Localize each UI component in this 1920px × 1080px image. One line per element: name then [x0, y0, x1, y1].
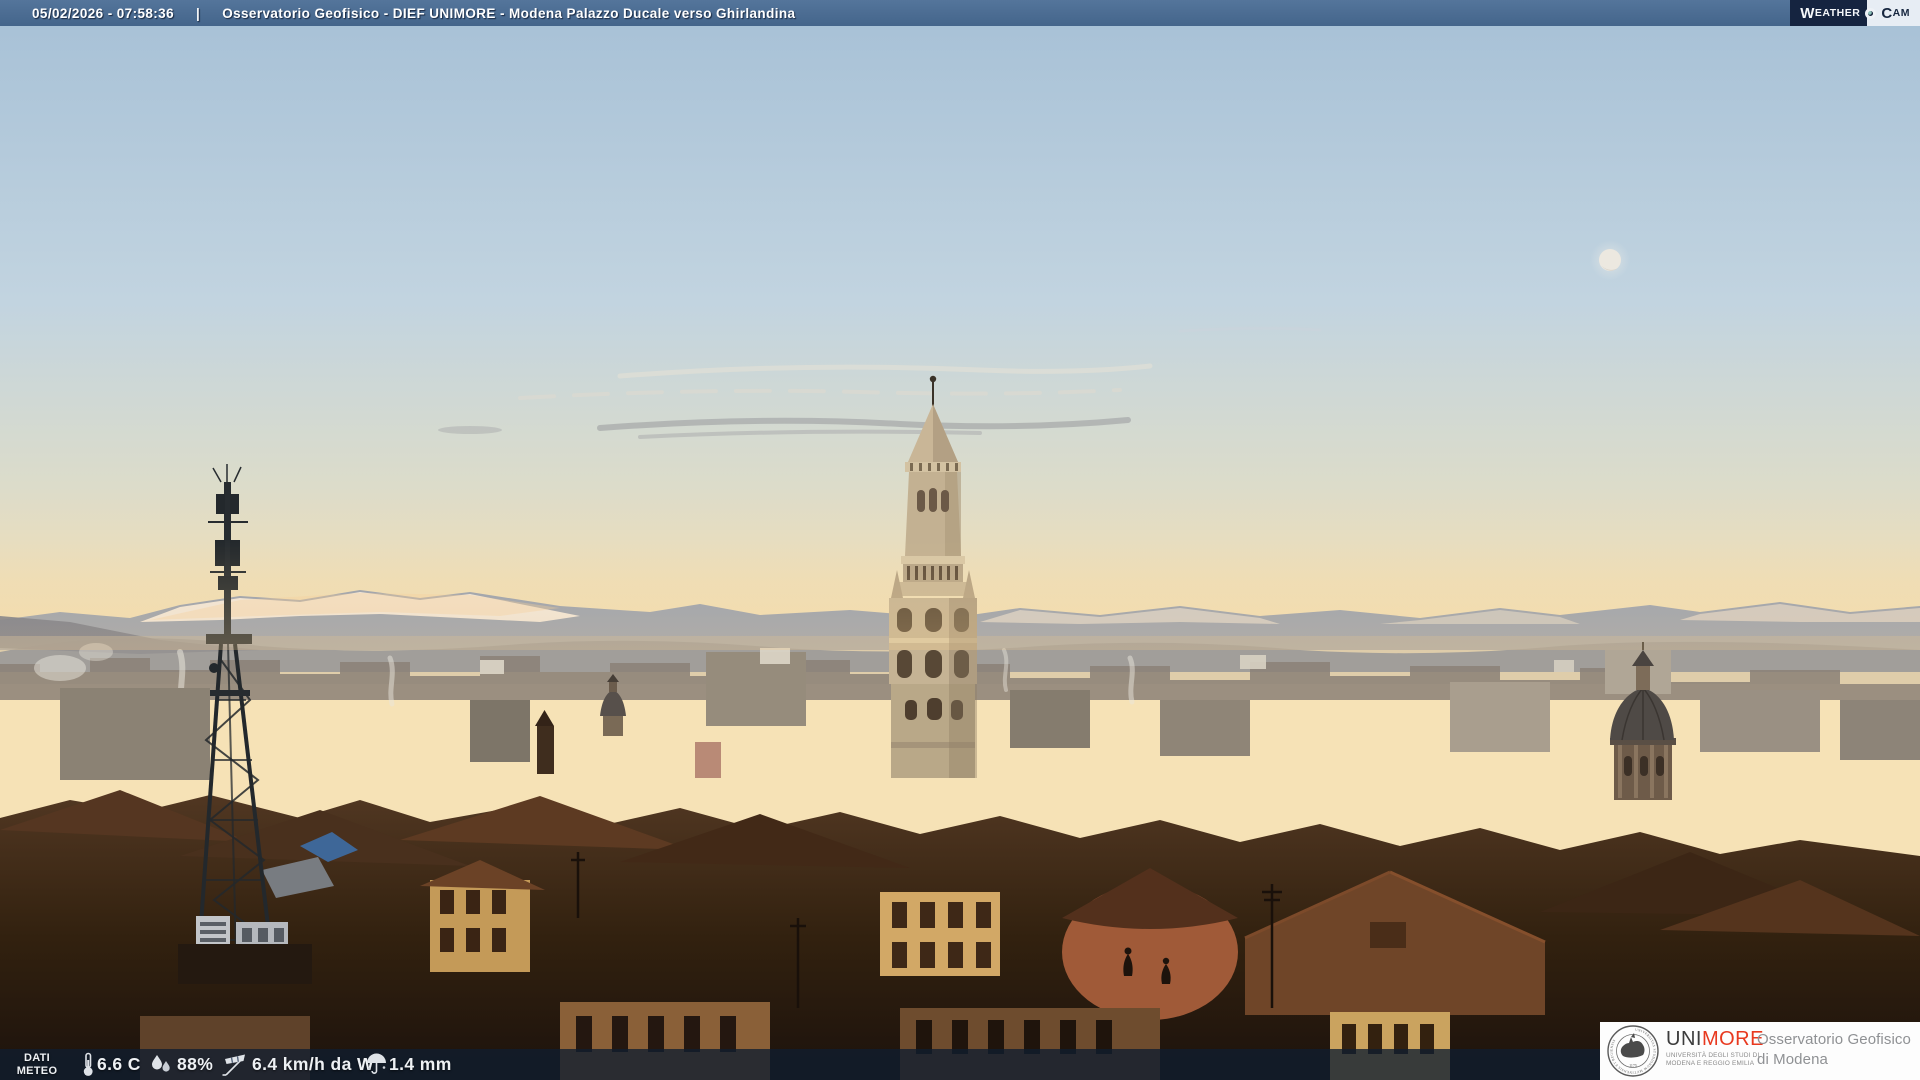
dawn-glow — [0, 540, 1920, 650]
rain-value: 1.4 mm — [389, 1054, 452, 1074]
camera-title: Osservatorio Geofisico - DIEF UNIMORE - … — [222, 5, 796, 21]
humidity-value: 88% — [177, 1054, 214, 1074]
camera-lens-icon — [1865, 7, 1877, 19]
unimore-logo[interactable]: UNIMORE UNIVERSITÀ DEGLI STUDI DI MODENA… — [1666, 1028, 1764, 1067]
rain-umbrella-icon — [367, 1053, 386, 1074]
top-status-bar: 05/02/2026 - 07:58:36 | Osservatorio Geo… — [0, 0, 1920, 26]
thermometer-icon — [83, 1052, 93, 1076]
weathercam-logo[interactable]: W EATHER C AM — [1790, 0, 1920, 26]
unimore-wordmark: UNIMORE — [1666, 1028, 1764, 1050]
humidity-icon — [152, 1055, 170, 1072]
weathercam-wordmark-weather: W EATHER — [1790, 0, 1875, 26]
dati-meteo-label: DATI METEO — [16, 1052, 58, 1077]
wind-value: 6.4 km/h da W — [252, 1054, 374, 1074]
moon — [1590, 240, 1630, 280]
datetime-text: 05/02/2026 - 07:58:36 — [32, 5, 175, 21]
svg-text:1175: 1175 — [1629, 1063, 1637, 1068]
university-name: UNIVERSITÀ DEGLI STUDI DI MODENA E REGGI… — [1666, 1052, 1760, 1067]
unimore-panel: UNIVERSITAS STUDIORUM MUTINENSIS ET REGI… — [1600, 1022, 1920, 1080]
unimore-seal[interactable]: UNIVERSITAS STUDIORUM MUTINENSIS ET REGI… — [1607, 1025, 1659, 1077]
webcam-scene — [0, 0, 1920, 1080]
webcam-viewer: 05/02/2026 - 07:58:36 | Osservatorio Geo… — [0, 0, 1920, 1080]
observatory-name: Osservatorio Geofisico di Modena — [1757, 1031, 1911, 1068]
temperature-value: 6.6 C — [97, 1054, 141, 1074]
separator: | — [196, 5, 201, 21]
windsock-icon — [222, 1054, 245, 1076]
